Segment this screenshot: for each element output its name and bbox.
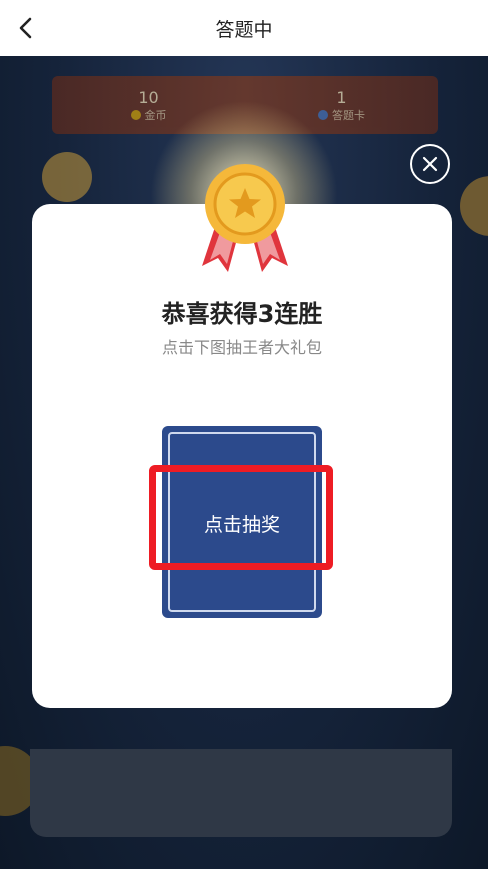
modal-title: 恭喜获得3连胜 bbox=[161, 300, 323, 328]
top-bar: 答题中 bbox=[0, 0, 488, 56]
coin-label: 金币 bbox=[144, 108, 167, 122]
answer-card-icon bbox=[318, 109, 328, 120]
bokeh-decoration bbox=[460, 176, 488, 236]
bottom-panel bbox=[30, 749, 452, 837]
answer-card-count: 1 bbox=[336, 87, 347, 107]
coin-icon bbox=[130, 109, 141, 120]
back-button[interactable] bbox=[8, 10, 44, 46]
page-title: 答题中 bbox=[215, 18, 273, 41]
medal-icon bbox=[202, 164, 288, 272]
modal-subtitle: 点击下图抽王者大礼包 bbox=[161, 338, 322, 357]
bokeh-decoration bbox=[42, 152, 92, 202]
answer-card-label: 答题卡 bbox=[332, 108, 365, 122]
coin-count: 10 bbox=[138, 87, 159, 107]
close-button[interactable] bbox=[410, 144, 450, 184]
close-icon bbox=[422, 156, 438, 172]
reward-modal: 恭喜获得3连胜 点击下图抽王者大礼包 点击抽奖 bbox=[32, 204, 452, 708]
highlight-box bbox=[149, 465, 333, 570]
chevron-left-icon bbox=[19, 17, 32, 39]
